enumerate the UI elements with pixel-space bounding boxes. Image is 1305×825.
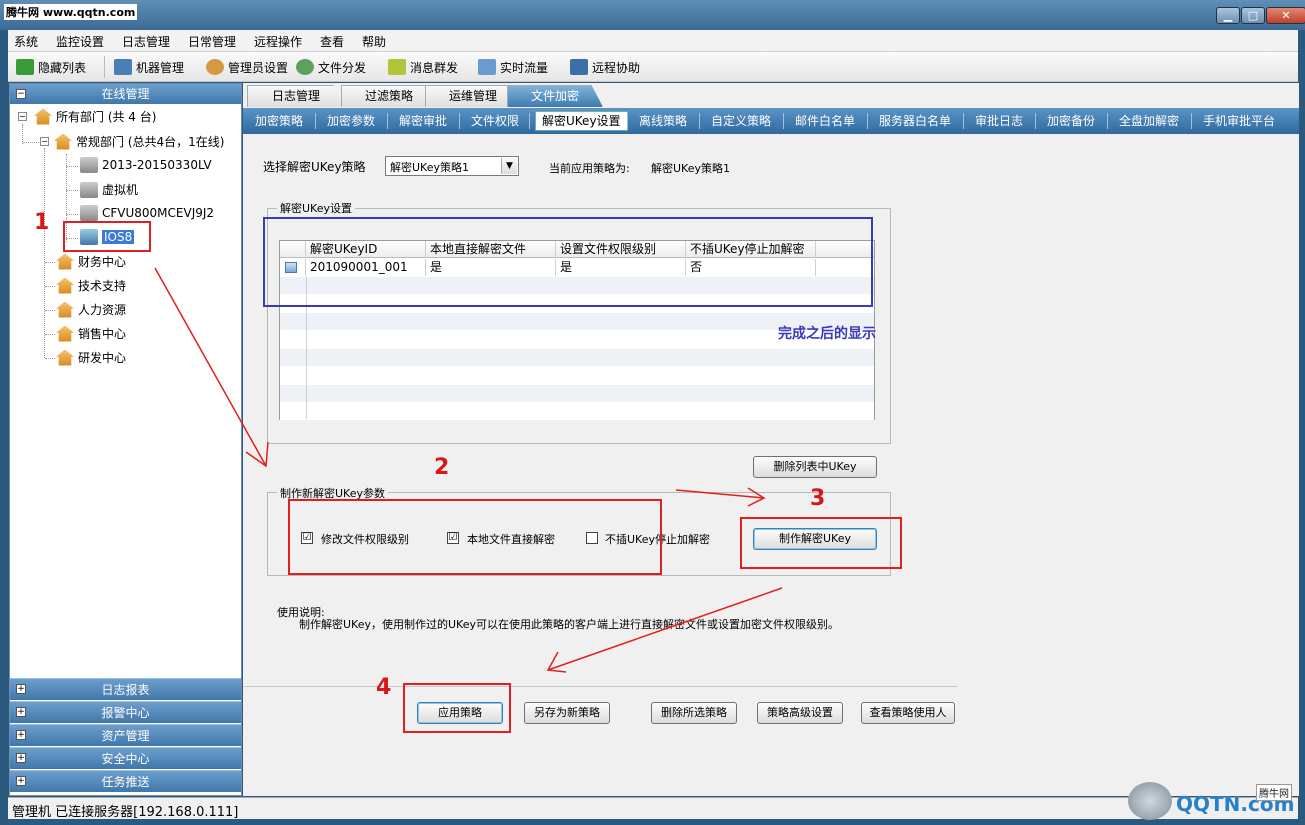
watermark-badge: 腾牛网 <box>1256 784 1292 801</box>
bird-logo-icon <box>1128 782 1172 820</box>
annotation-arrows <box>154 267 783 673</box>
watermark: QQTN.com 腾牛网 <box>1128 778 1298 822</box>
status-bar: 管理机 已连接服务器[192.168.0.111] <box>8 797 1298 820</box>
status-text: 管理机 已连接服务器[192.168.0.111] <box>12 805 239 820</box>
